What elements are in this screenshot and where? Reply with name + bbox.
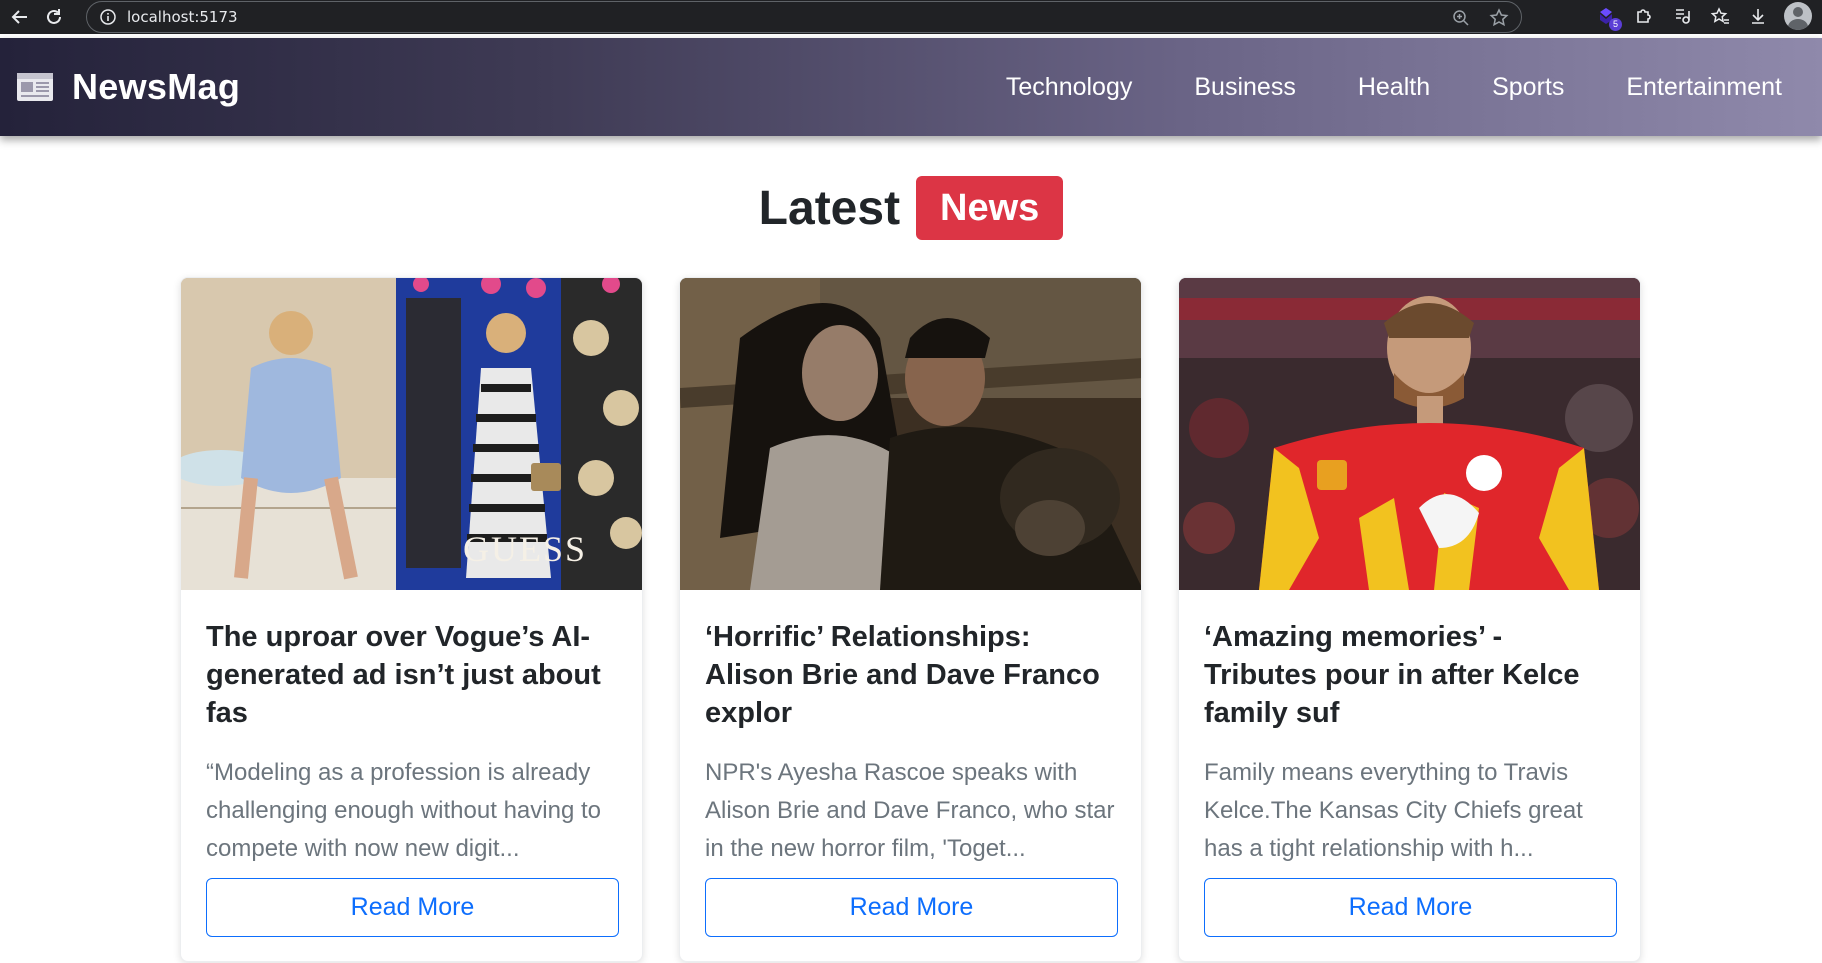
news-card: GUESS The uproar over Vogue’s AI-generat… [180, 277, 643, 962]
puzzle-icon[interactable] [1632, 4, 1656, 28]
address-bar[interactable]: localhost:5173 [86, 1, 1522, 33]
brand[interactable]: NewsMag [16, 66, 240, 108]
newspaper-icon [17, 73, 53, 101]
article-image [680, 278, 1141, 590]
article-image: GUESS [181, 278, 642, 590]
browser-toolbar: localhost:5173 5 [0, 0, 1822, 34]
download-icon[interactable] [1746, 4, 1770, 28]
article-image [1179, 278, 1640, 590]
app-navbar: NewsMag Technology Business Health Sport… [0, 38, 1822, 136]
url-text: localhost:5173 [127, 8, 238, 26]
nav-link-health[interactable]: Health [1358, 73, 1430, 102]
site-info-icon[interactable] [99, 8, 117, 26]
bookmark-star-icon[interactable] [1487, 6, 1511, 30]
image-overlay-text: GUESS [463, 529, 588, 569]
nav-link-business[interactable]: Business [1194, 73, 1295, 102]
media-icon[interactable] [1670, 4, 1694, 28]
heading-title: Latest [758, 181, 901, 235]
news-card: ‘Horrific’ Relationships: Alison Brie an… [679, 277, 1142, 962]
article-title: ‘Amazing memories’ - Tributes pour in af… [1204, 621, 1580, 729]
read-more-button[interactable]: Read More [705, 878, 1118, 937]
brand-name: NewsMag [72, 66, 241, 107]
page-heading: Latest News [0, 176, 1822, 240]
nav-link-sports[interactable]: Sports [1492, 73, 1564, 102]
zoom-icon[interactable] [1449, 6, 1473, 30]
extension-icon[interactable]: 5 [1594, 4, 1622, 31]
nav-link-technology[interactable]: Technology [1006, 73, 1132, 102]
heading-badge: News [916, 176, 1064, 240]
favorites-icon[interactable] [1708, 4, 1732, 28]
back-icon[interactable] [6, 3, 34, 31]
extension-badge: 5 [1608, 18, 1622, 31]
read-more-button[interactable]: Read More [206, 878, 619, 937]
news-card-list: GUESS The uproar over Vogue’s AI-generat… [180, 277, 1641, 962]
article-description: NPR's Ayesha Rascoe speaks with Alison B… [705, 759, 1115, 862]
article-description: “Modeling as a profession is already cha… [206, 759, 601, 862]
reload-icon[interactable] [40, 3, 68, 31]
article-title: ‘Horrific’ Relationships: Alison Brie an… [705, 621, 1100, 729]
category-nav: Technology Business Health Sports Entert… [1006, 38, 1782, 136]
nav-link-entertainment[interactable]: Entertainment [1626, 73, 1782, 102]
article-description: Family means everything to Travis Kelce.… [1204, 759, 1583, 862]
article-title: The uproar over Vogue’s AI-generated ad … [206, 621, 601, 729]
read-more-button[interactable]: Read More [1204, 878, 1617, 937]
news-card: ‘Amazing memories’ - Tributes pour in af… [1178, 277, 1641, 962]
profile-avatar[interactable] [1784, 2, 1812, 30]
